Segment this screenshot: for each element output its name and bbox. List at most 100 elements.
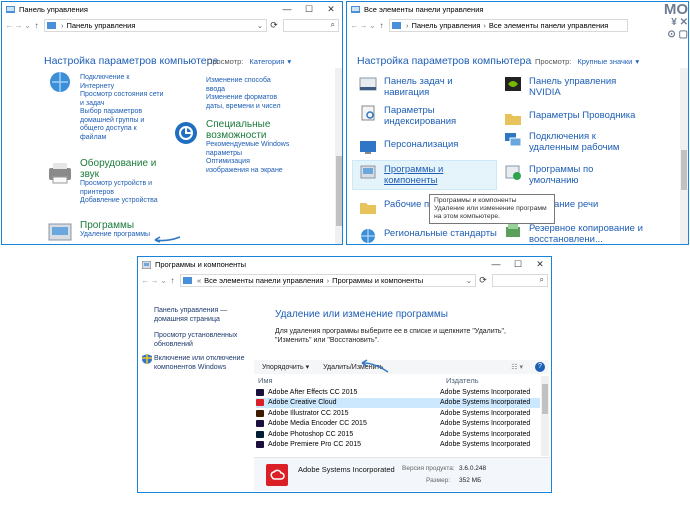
programs-title[interactable]: Программы (80, 220, 150, 231)
refresh-icon[interactable]: ⟳ (476, 275, 490, 286)
up-arrow-icon[interactable]: ↑ (377, 21, 386, 30)
network-link[interactable]: Подключение к (80, 74, 163, 83)
network-link[interactable]: общего доступа к (80, 125, 163, 134)
breadcrumb-all-items[interactable]: Все элементы панели управления (489, 21, 608, 30)
scrollbar[interactable] (335, 68, 342, 244)
recent-dropdown-icon[interactable]: ⌄ (159, 276, 168, 285)
back-arrow-icon[interactable]: ← (141, 276, 150, 285)
recent-dropdown-icon[interactable]: ⌄ (368, 21, 377, 30)
breadcrumb-control-panel[interactable]: Панель управления (67, 21, 136, 30)
forward-arrow-icon[interactable]: → (150, 276, 159, 285)
forward-arrow-icon[interactable]: → (359, 21, 368, 30)
table-row[interactable]: Adobe Premiere Pro CC 2015 Adobe Systems … (256, 440, 540, 450)
scrollbar-thumb[interactable] (542, 384, 548, 414)
refresh-icon[interactable]: ⟳ (267, 20, 281, 31)
language-link[interactable]: даты, времени и чисел (206, 103, 281, 112)
search-input[interactable]: ⌕ (492, 273, 548, 287)
accessibility-link[interactable]: Оптимизация (206, 158, 289, 167)
item-backup[interactable]: Резервное копирование и восстановлени... (504, 223, 643, 244)
network-link[interactable]: файлам (80, 134, 163, 143)
breadcrumb-control-panel[interactable]: Панель управления (412, 21, 481, 30)
accessibility-link[interactable]: Рекомендуемые Windows (206, 141, 289, 150)
table-row[interactable]: Adobe Photoshop CC 2015 Adobe Systems Inc… (256, 429, 540, 439)
minimize-icon[interactable]: — (485, 259, 507, 270)
view-updates-link[interactable]: обновлений (154, 341, 237, 350)
uninstall-program-link[interactable]: Удаление программы (80, 231, 150, 240)
table-row[interactable]: Adobe Creative Cloud Adobe Systems Incorp… (256, 397, 540, 408)
column-name[interactable]: Имя (258, 376, 273, 385)
accessibility-link[interactable]: изображения на экране (206, 167, 289, 176)
home-link[interactable]: Панель управления — (154, 307, 237, 316)
organize-button[interactable]: Упорядочить ▾ (262, 363, 309, 371)
hardware-link[interactable]: Добавление устройства (80, 197, 158, 206)
close-icon[interactable]: ✕ (320, 4, 342, 15)
pointer-arrow-icon (154, 236, 181, 243)
column-publisher[interactable]: Издатель (446, 376, 479, 385)
network-link[interactable]: домашней группы и (80, 117, 163, 126)
item-region[interactable]: Региональные стандарты (359, 228, 497, 244)
language-links: Изменение способа ввода Изменение формат… (206, 77, 281, 111)
close-icon[interactable]: ✕ (529, 259, 551, 270)
breadcrumb-all-items[interactable]: Все элементы панели управления (204, 276, 323, 285)
minimize-icon[interactable]: — (276, 4, 298, 15)
item-nvidia[interactable]: Панель управления NVIDIA (504, 76, 616, 98)
accessibility-title[interactable]: возможности (206, 130, 289, 141)
item-default-programs[interactable]: Программы по умолчанию (504, 164, 593, 186)
scrollbar[interactable] (541, 376, 549, 456)
hardware-link[interactable]: Просмотр устройств и (80, 180, 158, 189)
table-row[interactable]: Adobe Media Encoder CC 2015 Adobe Systems… (256, 419, 540, 429)
up-arrow-icon[interactable]: ↑ (32, 21, 41, 30)
titlebar: Панель управления — ☐ ✕ (2, 2, 342, 17)
language-link[interactable]: Изменение способа (206, 77, 281, 86)
item-programs-and-features[interactable]: Программы и компоненты (359, 164, 443, 186)
home-link[interactable]: домашняя страница (154, 316, 237, 325)
view-by-value[interactable]: Крупные значки (577, 57, 632, 66)
accessibility-title[interactable]: Специальные (206, 119, 289, 130)
recent-dropdown-icon[interactable]: ⌄ (23, 21, 32, 30)
view-updates-link[interactable]: Просмотр установленных (154, 332, 237, 341)
maximize-icon[interactable]: ☐ (298, 4, 320, 15)
back-arrow-icon[interactable]: ← (350, 21, 359, 30)
language-link[interactable]: Изменение форматов (206, 94, 281, 103)
accessibility-link[interactable]: параметры (206, 150, 289, 159)
help-icon[interactable]: ? (535, 362, 545, 372)
up-arrow-icon[interactable]: ↑ (168, 276, 177, 285)
table-row[interactable]: Adobe After Effects CC 2015 Adobe Systems… (256, 387, 540, 397)
view-by-value[interactable]: Категория (249, 57, 284, 66)
forward-arrow-icon[interactable]: → (14, 21, 23, 30)
address-dropdown-icon[interactable]: ⌄ (466, 276, 475, 285)
table-row[interactable]: Adobe Illustrator CC 2015 Adobe Systems I… (256, 408, 540, 418)
programs-icon (360, 165, 376, 179)
item-personalization[interactable]: Персонализация (359, 139, 458, 155)
maximize-icon[interactable]: ☐ (507, 259, 529, 270)
back-arrow-icon[interactable]: ← (5, 21, 14, 30)
scrollbar-thumb[interactable] (336, 156, 342, 226)
address-bar[interactable]: › Панель управления › Все элементы панели … (389, 18, 628, 32)
language-link[interactable]: ввода (206, 86, 281, 95)
chevron-down-icon[interactable]: ▾ (635, 57, 639, 66)
windows-features-link[interactable]: компонентов Windows (154, 364, 244, 373)
network-link[interactable]: Просмотр состояния сети (80, 91, 163, 100)
address-bar[interactable]: «Все элементы панели управления › Програм… (180, 273, 476, 287)
breadcrumb-programs[interactable]: Программы и компоненты (332, 276, 423, 285)
network-link[interactable]: и задач (80, 100, 163, 109)
item-work-folders[interactable]: Рабочие п (359, 199, 429, 215)
hardware-title[interactable]: звук (80, 169, 158, 180)
hardware-title[interactable]: Оборудование и (80, 158, 158, 169)
item-taskbar[interactable]: Панель задач и навигация (359, 76, 453, 98)
item-remoteapp[interactable]: Подключения к удаленным рабочим (504, 131, 619, 153)
scrollbar[interactable] (680, 68, 688, 244)
chevron-down-icon[interactable]: ▾ (287, 57, 291, 66)
search-input[interactable]: ⌕ (283, 18, 339, 32)
accessibility-category: Специальные возможности Рекомендуемые Wi… (206, 119, 289, 175)
network-link[interactable]: Выбор параметров (80, 108, 163, 117)
address-dropdown-icon[interactable]: ⌄ (257, 21, 266, 30)
network-link[interactable]: Интернету (80, 83, 163, 92)
view-options-icon[interactable]: ☷ ▾ (511, 363, 523, 371)
windows-features-link[interactable]: Включение или отключение (154, 355, 244, 364)
item-explorer-options[interactable]: Параметры Проводника (504, 110, 635, 126)
address-bar[interactable]: › Панель управления ⌄ (44, 18, 267, 32)
scrollbar-thumb[interactable] (681, 150, 687, 190)
hardware-link[interactable]: принтеров (80, 189, 158, 198)
item-indexing[interactable]: Параметры индексирования (359, 105, 456, 127)
